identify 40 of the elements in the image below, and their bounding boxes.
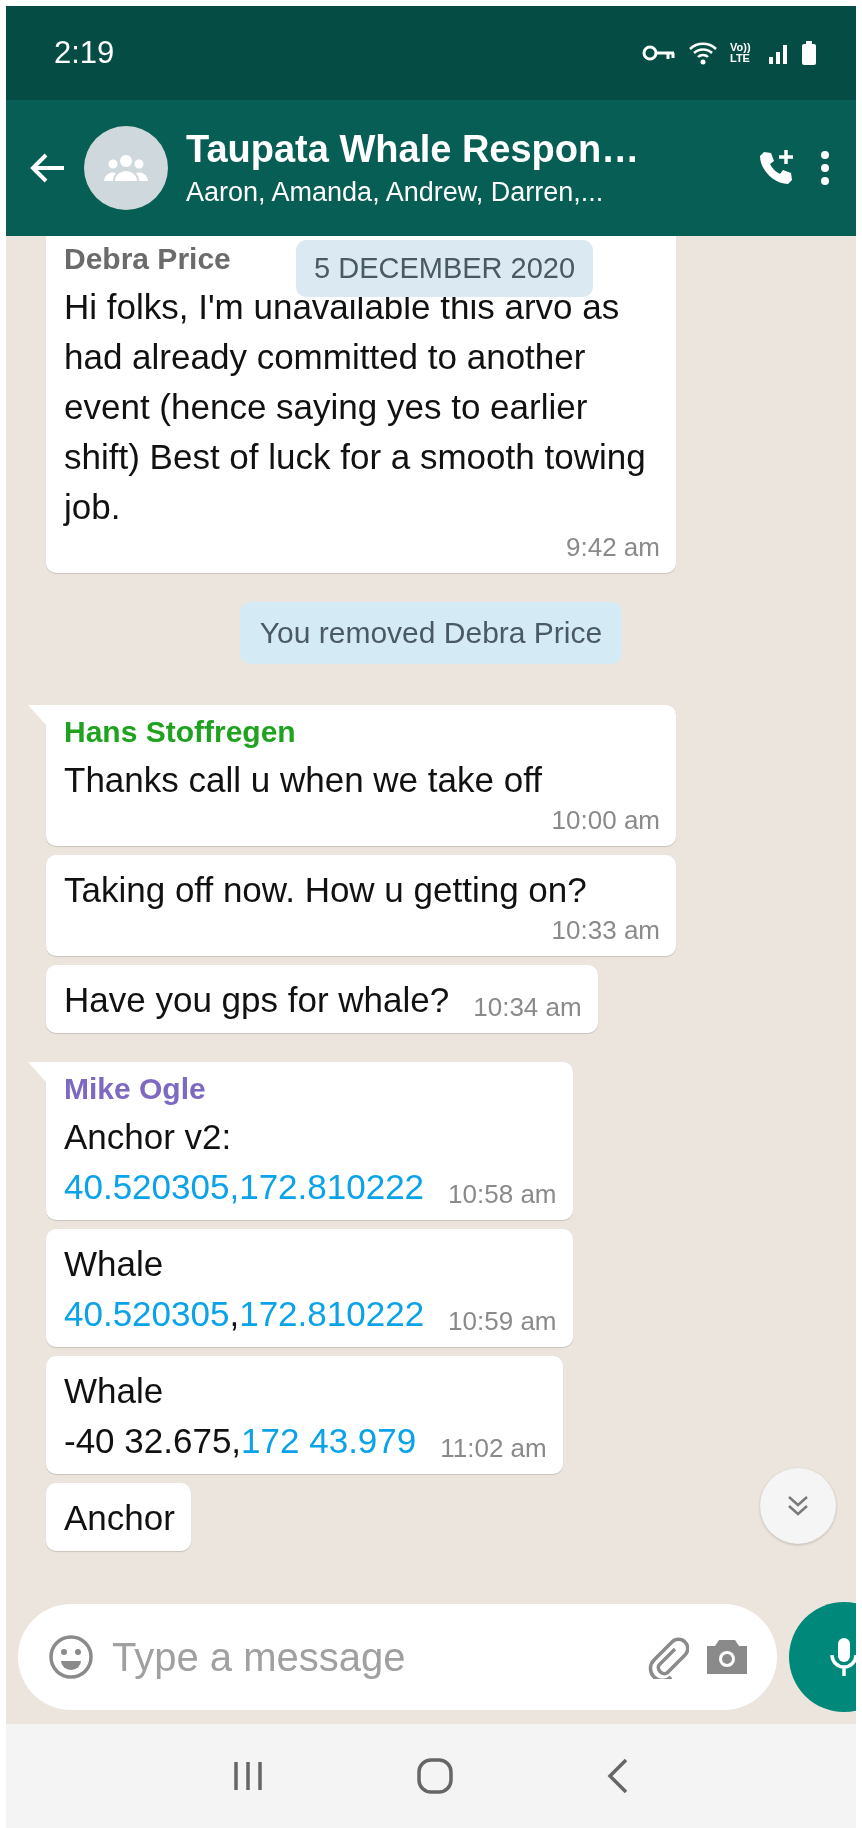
coordinates-link[interactable]: 40.520305,172.810222 bbox=[64, 1167, 425, 1206]
message-input-field[interactable]: Type a message bbox=[110, 1633, 629, 1681]
message-time: 10:33 am bbox=[551, 915, 660, 947]
message-time: 10:59 am bbox=[448, 1306, 557, 1338]
coordinates-link[interactable]: 172 43.979 bbox=[241, 1421, 417, 1460]
battery-icon bbox=[802, 41, 816, 65]
group-title[interactable]: Taupata Whale Respon… bbox=[186, 128, 738, 171]
message-time: 10:58 am bbox=[448, 1179, 557, 1211]
message-text: -40 32.675, bbox=[64, 1421, 242, 1460]
message-text: Whale bbox=[64, 1244, 164, 1283]
back-nav-icon[interactable] bbox=[607, 1758, 629, 1794]
home-icon[interactable] bbox=[417, 1758, 453, 1794]
message-time: 9:42 am bbox=[566, 532, 660, 564]
coordinates-link[interactable]: 172.810222 bbox=[239, 1294, 425, 1333]
emoji-icon[interactable] bbox=[48, 1634, 94, 1680]
message-time: 10:00 am bbox=[551, 805, 660, 837]
wifi-icon bbox=[688, 40, 718, 66]
key-icon bbox=[642, 44, 676, 62]
status-time: 2:19 bbox=[54, 35, 115, 71]
system-message: You removed Debra Price bbox=[239, 602, 623, 664]
sender-name: Debra Price bbox=[64, 242, 231, 276]
date-chip: 5 DECEMBER 2020 bbox=[296, 240, 594, 297]
sender-name: Mike Ogle bbox=[64, 1072, 206, 1106]
message-text: Have you gps for whale? bbox=[64, 980, 450, 1019]
message-text: Thanks call u when we take off bbox=[64, 760, 542, 799]
coordinates-link[interactable]: 40.520305 bbox=[64, 1294, 230, 1333]
message-text: Taking off now. How u getting on? bbox=[64, 870, 587, 909]
camera-icon[interactable] bbox=[705, 1638, 749, 1676]
message-text: Whale bbox=[64, 1371, 164, 1410]
group-members[interactable]: Aaron, Amanda, Andrew, Darren,... bbox=[186, 177, 738, 208]
sender-name: Hans Stoffregen bbox=[64, 715, 296, 749]
message-text: Anchor bbox=[64, 1498, 175, 1537]
message-text: Anchor v2: bbox=[64, 1117, 232, 1156]
volte-label: Vo)) LTE bbox=[730, 42, 752, 64]
message-time: 10:34 am bbox=[473, 992, 582, 1024]
message-composer-field[interactable]: Type a message bbox=[18, 1604, 777, 1710]
message-text: , bbox=[229, 1294, 240, 1333]
message-time: 11:02 am bbox=[440, 1433, 547, 1465]
recent-apps-icon[interactable] bbox=[233, 1760, 263, 1792]
signal-icon bbox=[768, 42, 790, 64]
